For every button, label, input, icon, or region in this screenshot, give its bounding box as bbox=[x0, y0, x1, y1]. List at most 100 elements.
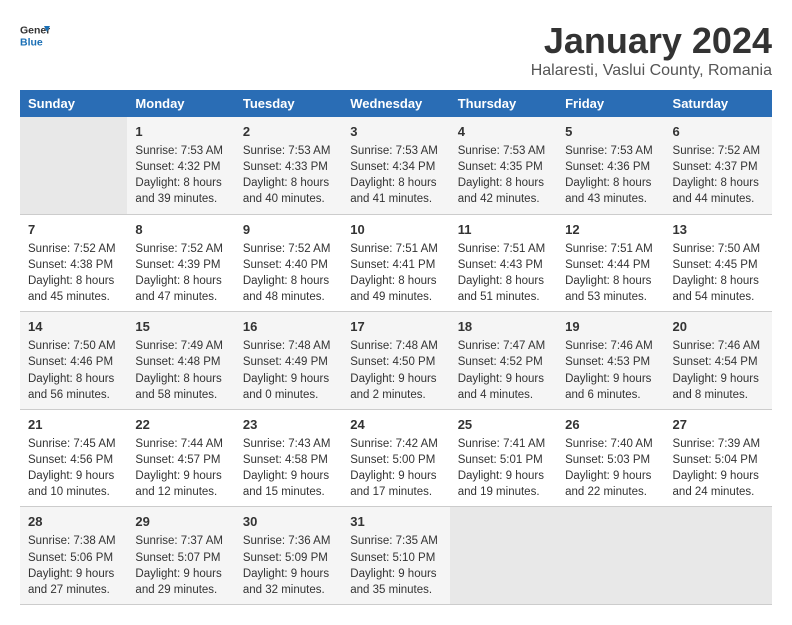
day-header-tuesday: Tuesday bbox=[235, 90, 342, 117]
day-header-monday: Monday bbox=[127, 90, 234, 117]
day-number: 2 bbox=[243, 123, 334, 141]
calendar-cell: 1Sunrise: 7:53 AMSunset: 4:32 PMDaylight… bbox=[127, 117, 234, 214]
sunset-text: Sunset: 4:45 PM bbox=[673, 257, 764, 273]
sunrise-text: Sunrise: 7:46 AM bbox=[565, 338, 656, 354]
calendar-cell: 19Sunrise: 7:46 AMSunset: 4:53 PMDayligh… bbox=[557, 312, 664, 410]
day-number: 3 bbox=[350, 123, 441, 141]
daylight-text: Daylight: 8 hours and 42 minutes. bbox=[458, 175, 549, 207]
sunset-text: Sunset: 4:48 PM bbox=[135, 354, 226, 370]
logo: General Blue bbox=[20, 20, 50, 50]
day-number: 7 bbox=[28, 221, 119, 239]
daylight-text: Daylight: 9 hours and 35 minutes. bbox=[350, 566, 441, 598]
sunrise-text: Sunrise: 7:48 AM bbox=[350, 338, 441, 354]
page-subtitle: Halaresti, Vaslui County, Romania bbox=[531, 62, 772, 80]
sunset-text: Sunset: 5:09 PM bbox=[243, 550, 334, 566]
daylight-text: Daylight: 9 hours and 4 minutes. bbox=[458, 371, 549, 403]
daylight-text: Daylight: 8 hours and 54 minutes. bbox=[673, 273, 764, 305]
day-number: 26 bbox=[565, 416, 656, 434]
sunrise-text: Sunrise: 7:50 AM bbox=[28, 338, 119, 354]
sunset-text: Sunset: 4:46 PM bbox=[28, 354, 119, 370]
sunset-text: Sunset: 4:39 PM bbox=[135, 257, 226, 273]
calendar-cell: 9Sunrise: 7:52 AMSunset: 4:40 PMDaylight… bbox=[235, 214, 342, 312]
sunset-text: Sunset: 4:35 PM bbox=[458, 159, 549, 175]
calendar-cell: 5Sunrise: 7:53 AMSunset: 4:36 PMDaylight… bbox=[557, 117, 664, 214]
day-number: 8 bbox=[135, 221, 226, 239]
daylight-text: Daylight: 9 hours and 2 minutes. bbox=[350, 371, 441, 403]
sunset-text: Sunset: 5:06 PM bbox=[28, 550, 119, 566]
daylight-text: Daylight: 9 hours and 12 minutes. bbox=[135, 468, 226, 500]
calendar-cell bbox=[557, 507, 664, 605]
calendar-cell: 2Sunrise: 7:53 AMSunset: 4:33 PMDaylight… bbox=[235, 117, 342, 214]
sunset-text: Sunset: 4:32 PM bbox=[135, 159, 226, 175]
sunrise-text: Sunrise: 7:51 AM bbox=[565, 241, 656, 257]
daylight-text: Daylight: 9 hours and 17 minutes. bbox=[350, 468, 441, 500]
sunset-text: Sunset: 4:58 PM bbox=[243, 452, 334, 468]
daylight-text: Daylight: 8 hours and 47 minutes. bbox=[135, 273, 226, 305]
day-header-thursday: Thursday bbox=[450, 90, 557, 117]
sunrise-text: Sunrise: 7:53 AM bbox=[350, 143, 441, 159]
day-number: 23 bbox=[243, 416, 334, 434]
daylight-text: Daylight: 9 hours and 19 minutes. bbox=[458, 468, 549, 500]
calendar-cell: 4Sunrise: 7:53 AMSunset: 4:35 PMDaylight… bbox=[450, 117, 557, 214]
daylight-text: Daylight: 8 hours and 51 minutes. bbox=[458, 273, 549, 305]
day-number: 31 bbox=[350, 513, 441, 531]
sunset-text: Sunset: 4:54 PM bbox=[673, 354, 764, 370]
sunrise-text: Sunrise: 7:52 AM bbox=[135, 241, 226, 257]
day-number: 24 bbox=[350, 416, 441, 434]
calendar-table: SundayMondayTuesdayWednesdayThursdayFrid… bbox=[20, 90, 772, 605]
day-number: 10 bbox=[350, 221, 441, 239]
daylight-text: Daylight: 8 hours and 40 minutes. bbox=[243, 175, 334, 207]
sunset-text: Sunset: 4:57 PM bbox=[135, 452, 226, 468]
daylight-text: Daylight: 8 hours and 48 minutes. bbox=[243, 273, 334, 305]
sunset-text: Sunset: 4:36 PM bbox=[565, 159, 656, 175]
calendar-cell: 21Sunrise: 7:45 AMSunset: 4:56 PMDayligh… bbox=[20, 409, 127, 507]
week-row-5: 28Sunrise: 7:38 AMSunset: 5:06 PMDayligh… bbox=[20, 507, 772, 605]
day-number: 20 bbox=[673, 318, 764, 336]
sunrise-text: Sunrise: 7:38 AM bbox=[28, 533, 119, 549]
sunrise-text: Sunrise: 7:52 AM bbox=[28, 241, 119, 257]
sunrise-text: Sunrise: 7:48 AM bbox=[243, 338, 334, 354]
day-number: 15 bbox=[135, 318, 226, 336]
day-number: 5 bbox=[565, 123, 656, 141]
sunset-text: Sunset: 4:37 PM bbox=[673, 159, 764, 175]
daylight-text: Daylight: 8 hours and 44 minutes. bbox=[673, 175, 764, 207]
header: General Blue January 2024 Halaresti, Vas… bbox=[20, 20, 772, 80]
sunrise-text: Sunrise: 7:36 AM bbox=[243, 533, 334, 549]
calendar-cell: 22Sunrise: 7:44 AMSunset: 4:57 PMDayligh… bbox=[127, 409, 234, 507]
calendar-cell bbox=[450, 507, 557, 605]
day-number: 1 bbox=[135, 123, 226, 141]
sunrise-text: Sunrise: 7:51 AM bbox=[458, 241, 549, 257]
daylight-text: Daylight: 8 hours and 53 minutes. bbox=[565, 273, 656, 305]
calendar-cell: 23Sunrise: 7:43 AMSunset: 4:58 PMDayligh… bbox=[235, 409, 342, 507]
calendar-cell: 20Sunrise: 7:46 AMSunset: 4:54 PMDayligh… bbox=[665, 312, 772, 410]
svg-text:Blue: Blue bbox=[20, 37, 43, 49]
day-number: 12 bbox=[565, 221, 656, 239]
calendar-cell: 27Sunrise: 7:39 AMSunset: 5:04 PMDayligh… bbox=[665, 409, 772, 507]
day-number: 6 bbox=[673, 123, 764, 141]
sunrise-text: Sunrise: 7:43 AM bbox=[243, 436, 334, 452]
title-area: January 2024 Halaresti, Vaslui County, R… bbox=[531, 20, 772, 80]
day-number: 16 bbox=[243, 318, 334, 336]
calendar-cell: 16Sunrise: 7:48 AMSunset: 4:49 PMDayligh… bbox=[235, 312, 342, 410]
daylight-text: Daylight: 8 hours and 58 minutes. bbox=[135, 371, 226, 403]
daylight-text: Daylight: 9 hours and 10 minutes. bbox=[28, 468, 119, 500]
sunrise-text: Sunrise: 7:51 AM bbox=[350, 241, 441, 257]
day-number: 17 bbox=[350, 318, 441, 336]
week-row-2: 7Sunrise: 7:52 AMSunset: 4:38 PMDaylight… bbox=[20, 214, 772, 312]
day-number: 18 bbox=[458, 318, 549, 336]
daylight-text: Daylight: 9 hours and 32 minutes. bbox=[243, 566, 334, 598]
sunset-text: Sunset: 5:07 PM bbox=[135, 550, 226, 566]
sunrise-text: Sunrise: 7:41 AM bbox=[458, 436, 549, 452]
sunset-text: Sunset: 4:49 PM bbox=[243, 354, 334, 370]
day-header-wednesday: Wednesday bbox=[342, 90, 449, 117]
calendar-cell: 3Sunrise: 7:53 AMSunset: 4:34 PMDaylight… bbox=[342, 117, 449, 214]
daylight-text: Daylight: 8 hours and 56 minutes. bbox=[28, 371, 119, 403]
day-number: 11 bbox=[458, 221, 549, 239]
calendar-cell: 11Sunrise: 7:51 AMSunset: 4:43 PMDayligh… bbox=[450, 214, 557, 312]
sunset-text: Sunset: 5:00 PM bbox=[350, 452, 441, 468]
generalblue-logo-icon: General Blue bbox=[20, 20, 50, 50]
calendar-cell: 10Sunrise: 7:51 AMSunset: 4:41 PMDayligh… bbox=[342, 214, 449, 312]
calendar-cell: 31Sunrise: 7:35 AMSunset: 5:10 PMDayligh… bbox=[342, 507, 449, 605]
sunrise-text: Sunrise: 7:44 AM bbox=[135, 436, 226, 452]
calendar-cell: 8 Sunrise: 7:52 AMSunset: 4:39 PMDaylight… bbox=[127, 214, 234, 312]
